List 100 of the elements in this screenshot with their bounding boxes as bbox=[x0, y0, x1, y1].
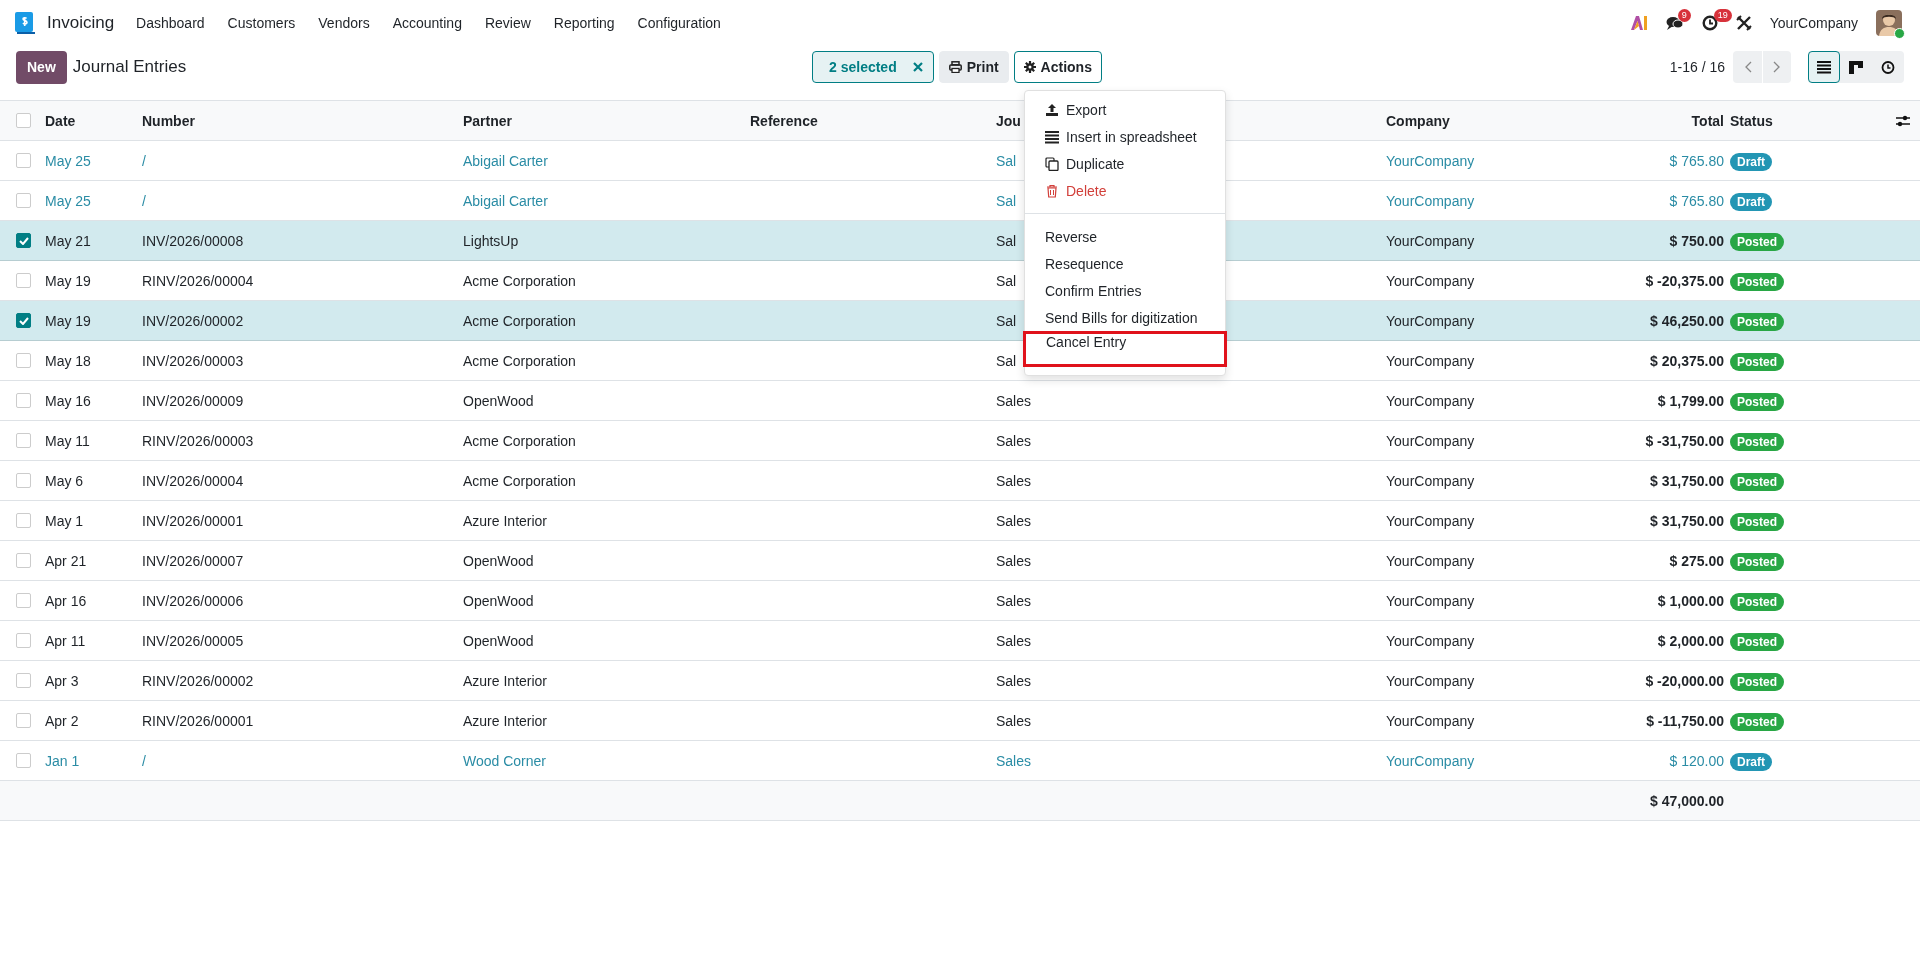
list-icon[interactable] bbox=[1817, 59, 1831, 75]
status-badge: Posted bbox=[1730, 472, 1784, 491]
table-cell: Sales bbox=[996, 712, 1032, 729]
clock-icon[interactable] bbox=[1881, 59, 1895, 75]
column-header[interactable]: Partner bbox=[463, 112, 513, 129]
table-cell: INV/2026/00009 bbox=[142, 392, 244, 409]
table-cell: OpenWood bbox=[463, 632, 534, 649]
menu-item[interactable]: Cancel Entry bbox=[1023, 331, 1227, 367]
table-cell: Acme Corporation bbox=[463, 472, 576, 489]
status-badge: Posted bbox=[1730, 672, 1784, 691]
table-cell: YourCompany bbox=[1386, 552, 1475, 569]
table-cell: Sal bbox=[996, 232, 1017, 249]
table-cell: OpenWood bbox=[463, 592, 534, 609]
status-badge: Draft bbox=[1730, 192, 1772, 211]
menu-item[interactable]: Accounting bbox=[392, 15, 462, 31]
menu-item[interactable]: Duplicate bbox=[1023, 150, 1227, 177]
ai-icon[interactable] bbox=[1629, 15, 1648, 31]
app-logo[interactable] bbox=[15, 12, 35, 34]
table-cell: Apr 16 bbox=[45, 592, 87, 609]
menu-item[interactable]: Insert in spreadsheet bbox=[1023, 123, 1227, 150]
table-cell: $ 2,000.00 bbox=[1657, 632, 1724, 649]
column-header[interactable]: Date bbox=[45, 112, 76, 129]
table-cell: / bbox=[142, 752, 146, 769]
table-cell: YourCompany bbox=[1386, 352, 1475, 369]
table-cell: Sales bbox=[996, 472, 1032, 489]
table-cell: YourCompany bbox=[1386, 632, 1475, 649]
row-checkbox[interactable] bbox=[16, 233, 31, 248]
table-cell: $ 20,375.00 bbox=[1650, 352, 1724, 369]
table-cell: Acme Corporation bbox=[463, 352, 576, 369]
clock-icon[interactable] bbox=[1701, 15, 1718, 31]
status-badge: Posted bbox=[1730, 312, 1784, 331]
table-cell: $ 275.00 bbox=[1669, 552, 1724, 569]
table-cell: Sales bbox=[996, 672, 1032, 689]
column-settings-icon[interactable] bbox=[1896, 114, 1910, 127]
table-cell: YourCompany bbox=[1386, 592, 1475, 609]
menu-item[interactable]: Reporting bbox=[553, 15, 615, 31]
new-button[interactable]: New bbox=[16, 50, 67, 84]
company-switcher[interactable]: YourCompany bbox=[1769, 15, 1858, 31]
menu-item[interactable]: Customers bbox=[227, 15, 296, 31]
select-all-checkbox[interactable] bbox=[16, 113, 31, 128]
table-cell: Abigail Carter bbox=[463, 192, 548, 209]
trash-icon bbox=[1045, 183, 1059, 198]
kanban-icon[interactable] bbox=[1849, 59, 1863, 75]
table-cell: INV/2026/00007 bbox=[142, 552, 244, 569]
table-cell: Sales bbox=[996, 632, 1032, 649]
status-badge: Posted bbox=[1730, 712, 1784, 731]
status-badge: Posted bbox=[1730, 632, 1784, 651]
list-icon bbox=[1045, 129, 1059, 144]
column-header[interactable]: Reference bbox=[750, 112, 818, 129]
table-cell: INV/2026/00004 bbox=[142, 472, 244, 489]
table-cell: $ 1,799.00 bbox=[1657, 392, 1724, 409]
page-title: Journal Entries bbox=[72, 57, 187, 77]
table-cell: INV/2026/00001 bbox=[142, 512, 244, 529]
table-cell: May 21 bbox=[45, 232, 91, 249]
actions-button[interactable]: Actions bbox=[1013, 51, 1102, 83]
table-cell: May 6 bbox=[45, 472, 84, 489]
print-button[interactable]: Print bbox=[938, 51, 1009, 83]
chat-icon[interactable] bbox=[1665, 15, 1684, 31]
menu-item[interactable]: Send Bills for digitization bbox=[1023, 304, 1227, 331]
column-header[interactable]: Number bbox=[142, 112, 195, 129]
column-header[interactable]: Status bbox=[1724, 112, 1773, 129]
table-cell: $ 765.80 bbox=[1669, 192, 1724, 209]
menu-item[interactable]: Export bbox=[1023, 96, 1227, 123]
status-badge: Posted bbox=[1730, 592, 1784, 611]
table-cell: Acme Corporation bbox=[463, 432, 576, 449]
table-cell: YourCompany bbox=[1386, 712, 1475, 729]
chevron-left-icon bbox=[1743, 61, 1752, 73]
menu-item[interactable]: Delete bbox=[1023, 177, 1227, 204]
column-header[interactable]: Total bbox=[1691, 112, 1724, 129]
table-cell: INV/2026/00003 bbox=[142, 352, 244, 369]
menu-item[interactable]: Dashboard bbox=[136, 15, 205, 31]
status-badge: Posted bbox=[1730, 232, 1784, 251]
tools-icon[interactable] bbox=[1735, 15, 1752, 31]
table-cell: INV/2026/00006 bbox=[142, 592, 244, 609]
table-cell: Acme Corporation bbox=[463, 272, 576, 289]
menu-item[interactable]: Confirm Entries bbox=[1023, 277, 1227, 304]
table-cell: Acme Corporation bbox=[463, 312, 576, 329]
user-avatar[interactable] bbox=[1876, 10, 1902, 36]
table-cell: INV/2026/00002 bbox=[142, 312, 244, 329]
menu-item[interactable]: Reverse bbox=[1023, 223, 1227, 250]
column-header[interactable]: Company bbox=[1386, 112, 1450, 129]
menu-item[interactable]: Resequence bbox=[1023, 250, 1227, 277]
table-cell: INV/2026/00005 bbox=[142, 632, 244, 649]
table-cell: Sal bbox=[996, 352, 1017, 369]
table-cell: $ 120.00 bbox=[1669, 752, 1724, 769]
menu-item[interactable]: Review bbox=[484, 15, 531, 31]
menu-item[interactable]: Configuration bbox=[637, 15, 721, 31]
column-header[interactable]: Jou bbox=[996, 112, 1021, 129]
menu-item[interactable]: Vendors bbox=[318, 15, 370, 31]
table-cell: YourCompany bbox=[1386, 272, 1475, 289]
table-cell: $ 31,750.00 bbox=[1650, 512, 1724, 529]
status-badge: Draft bbox=[1730, 152, 1772, 171]
table-cell: Sal bbox=[996, 152, 1017, 169]
table-cell: Apr 2 bbox=[45, 712, 79, 729]
gear-icon bbox=[1023, 61, 1036, 73]
selection-button[interactable]: 2 selected bbox=[812, 51, 934, 83]
row-checkbox[interactable] bbox=[16, 313, 31, 328]
table-cell: Wood Corner bbox=[463, 752, 546, 769]
app-name[interactable]: Invoicing bbox=[47, 13, 115, 33]
list-view-button[interactable] bbox=[1808, 51, 1840, 83]
